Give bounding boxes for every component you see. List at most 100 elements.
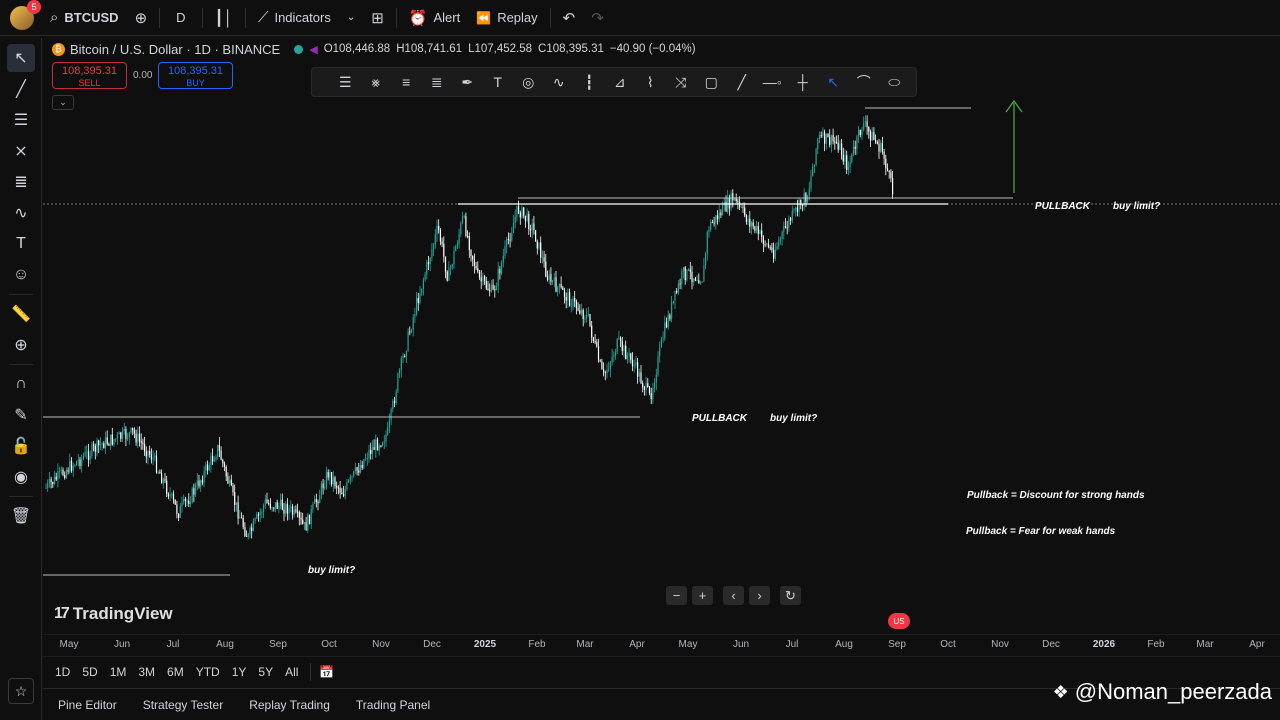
candle-body xyxy=(169,494,171,497)
candle-body xyxy=(609,362,611,370)
buy-button[interactable]: 108,395.31 BUY xyxy=(158,62,233,89)
zoom-out-button[interactable]: − xyxy=(666,586,687,605)
candle-body xyxy=(849,162,851,168)
redo-button[interactable]: ↷ xyxy=(583,0,612,36)
text-tool[interactable]: T xyxy=(7,230,35,258)
candle-body xyxy=(523,207,525,216)
crosshair-icon[interactable]: ┼ xyxy=(788,69,819,95)
candle-body xyxy=(507,238,509,240)
scroll-right-button[interactable]: › xyxy=(749,586,770,605)
parallel-channel-icon[interactable]: ≡ xyxy=(391,69,422,95)
stay-drawing-tool[interactable]: ✎ xyxy=(7,401,35,429)
candle-body xyxy=(67,470,69,472)
target-icon[interactable]: ◎ xyxy=(513,69,544,95)
symbol-search[interactable]: ⌕ BTCUSD xyxy=(42,0,127,36)
text-icon[interactable]: T xyxy=(483,69,514,95)
horizontal-lines-icon[interactable]: ☰ xyxy=(330,69,361,95)
candle-body xyxy=(546,276,549,280)
replay-button[interactable]: ⏪ Replay xyxy=(468,0,545,36)
candle-body xyxy=(674,290,676,302)
chevron-left-icon: ‹ xyxy=(731,588,736,603)
candle-body xyxy=(246,536,248,538)
watermark-text: TradingView xyxy=(72,604,173,623)
fib-fan-icon[interactable]: ⊿ xyxy=(605,69,636,95)
author-credit: ❖ @Noman_peerzada xyxy=(1053,679,1272,705)
range-ytd[interactable]: YTD xyxy=(196,665,220,679)
range-1y[interactable]: 1Y xyxy=(232,665,247,679)
range-3m[interactable]: 3M xyxy=(138,665,155,679)
prediction-tool[interactable]: ≣ xyxy=(7,168,35,196)
tab-trading-panel[interactable]: Trading Panel xyxy=(356,698,430,712)
horizontal-ray-icon[interactable]: —◦ xyxy=(757,69,788,95)
candle-body xyxy=(60,469,62,471)
range-1d[interactable]: 1D xyxy=(55,665,70,679)
candle-body xyxy=(868,126,870,132)
chart-type-button[interactable]: ┃│ xyxy=(207,0,241,36)
tab-strategy-tester[interactable]: Strategy Tester xyxy=(143,698,223,712)
pattern-tool[interactable]: ⨯ xyxy=(7,137,35,165)
symbol-title[interactable]: Bitcoin / U.S. Dollar · 1D · BINANCE xyxy=(70,42,280,57)
candle-body xyxy=(108,443,110,446)
layouts-button[interactable]: ⊞ xyxy=(363,0,392,36)
arrow-cursor-icon[interactable]: ↖ xyxy=(818,69,849,95)
rectangle-icon[interactable]: ▢ xyxy=(696,69,727,95)
zoom-tool[interactable]: ⊕ xyxy=(7,331,35,359)
tab-replay-trading[interactable]: Replay Trading xyxy=(249,698,330,712)
candle-body xyxy=(378,445,380,451)
candle-body xyxy=(621,340,623,352)
zoom-in-button[interactable]: + xyxy=(692,586,713,605)
sell-button[interactable]: 108,395.31 SELL xyxy=(52,62,127,89)
remove-tool[interactable]: 🗑 xyxy=(7,502,35,530)
range-5d[interactable]: 5D xyxy=(82,665,97,679)
cursor-tool[interactable]: ↖ xyxy=(7,44,35,72)
range-1m[interactable]: 1M xyxy=(110,665,127,679)
brush-icon[interactable]: ✒ xyxy=(452,69,483,95)
candle-body xyxy=(132,427,134,431)
path-icon[interactable]: ∿ xyxy=(544,69,575,95)
candle-body xyxy=(528,213,530,230)
trendline-tool[interactable]: ╱ xyxy=(7,75,35,103)
xabcd-icon[interactable]: ⤨ xyxy=(666,69,697,95)
gann-fan-icon[interactable]: ⨳ xyxy=(361,69,392,95)
regression-channel-icon[interactable]: ≣ xyxy=(422,69,453,95)
divider xyxy=(201,7,203,28)
bars-pattern-icon[interactable]: ┇ xyxy=(574,69,605,95)
candle-body xyxy=(502,255,504,263)
compare-button[interactable]: ⊕ xyxy=(127,0,156,36)
candle-body xyxy=(331,472,333,485)
magnet-tool[interactable]: ∩ xyxy=(7,370,35,398)
candle-body xyxy=(781,231,783,239)
tab-pine-editor[interactable]: Pine Editor xyxy=(58,698,117,712)
alert-button[interactable]: ⏰ Alert xyxy=(401,0,468,36)
interval-button[interactable]: D xyxy=(164,0,197,36)
buy-price: 108,395.31 xyxy=(167,65,224,77)
reset-chart-button[interactable]: ↻ xyxy=(780,586,801,605)
candle-body xyxy=(582,309,584,319)
range-5y[interactable]: 5Y xyxy=(258,665,273,679)
time-axis[interactable]: May Jun Jul Aug Sep Oct Nov Dec 2025 Feb Mar Apr May… xyxy=(43,634,1280,654)
economic-event-flag-icon[interactable]: US xyxy=(888,613,910,629)
go-to-date-icon[interactable]: 📅 xyxy=(319,665,334,679)
fib-tool[interactable]: ☰ xyxy=(7,106,35,134)
brush-tool[interactable]: ∿ xyxy=(7,199,35,227)
favorites-button[interactable]: ☆ xyxy=(8,678,34,704)
candle-body xyxy=(810,176,812,189)
measure-tool[interactable]: 📏 xyxy=(7,300,35,328)
indicators-dropdown[interactable]: ⌄ xyxy=(339,0,363,36)
scroll-left-button[interactable]: ‹ xyxy=(723,586,744,605)
candle-body xyxy=(485,281,487,289)
ray-icon[interactable]: ╱ xyxy=(727,69,758,95)
indicators-button[interactable]: ⟋ Indicators xyxy=(250,0,339,36)
range-6m[interactable]: 6M xyxy=(167,665,184,679)
candle-body xyxy=(349,476,351,481)
elliott-wave-icon[interactable]: ⌇ xyxy=(635,69,666,95)
hide-tool[interactable]: ◉ xyxy=(7,463,35,491)
user-avatar[interactable]: 5 xyxy=(10,0,41,30)
undo-button[interactable]: ↶ xyxy=(555,0,584,36)
emoji-tool[interactable]: ☺ xyxy=(7,261,35,289)
ellipse-icon[interactable]: ⬭ xyxy=(879,69,910,95)
lock-tool[interactable]: 🔓 xyxy=(7,432,35,460)
price-chart[interactable] xyxy=(43,98,1280,638)
curve-icon[interactable]: ⌒ xyxy=(849,69,880,95)
range-all[interactable]: All xyxy=(285,665,298,679)
